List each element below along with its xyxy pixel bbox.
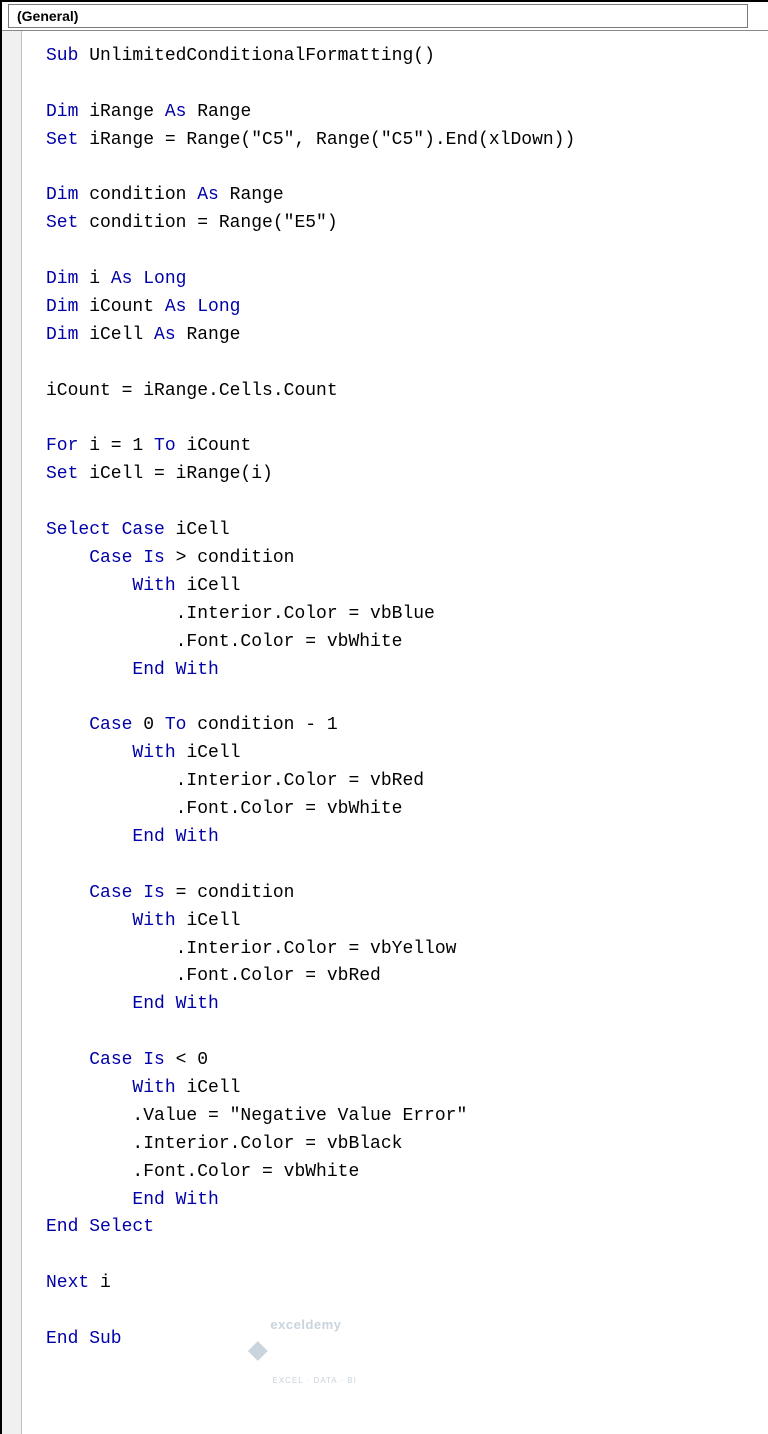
keyword-token: Dim [46, 269, 78, 289]
code-token [46, 827, 132, 847]
code-token: .Interior.Color = vbYellow [46, 939, 456, 959]
code-token: iCell [176, 576, 241, 596]
keyword-token: As [165, 297, 187, 317]
keyword-token: Long [143, 269, 186, 289]
keyword-token: End Sub [46, 1329, 122, 1349]
keyword-token: Dim [46, 325, 78, 345]
keyword-token: End With [132, 827, 218, 847]
code-token: iCount [78, 297, 164, 317]
keyword-token: To [165, 715, 187, 735]
keyword-token: For [46, 436, 78, 456]
margin-indicator-bar[interactable] [2, 31, 22, 1434]
keyword-token: With [132, 576, 175, 596]
code-token: Range [186, 102, 251, 122]
code-token: Range [219, 185, 284, 205]
code-token: iCell [176, 743, 241, 763]
code-token: iCell [176, 1078, 241, 1098]
code-token: condition = Range("E5") [78, 213, 337, 233]
keyword-token: As [197, 185, 219, 205]
code-token: .Interior.Color = vbBlue [46, 604, 435, 624]
code-token: .Interior.Color = vbBlack [46, 1134, 402, 1154]
code-token [46, 576, 132, 596]
keyword-token: With [132, 911, 175, 931]
code-token: < 0 [165, 1050, 208, 1070]
code-token: .Value = "Negative Value Error" [46, 1106, 467, 1126]
object-dropdown-bar: (General) [2, 2, 768, 31]
code-token [46, 1078, 132, 1098]
code-token: Range [176, 325, 241, 345]
code-token [46, 994, 132, 1014]
code-token [46, 548, 89, 568]
keyword-token: Next [46, 1273, 89, 1293]
keyword-token: To [154, 436, 176, 456]
code-token: iCell [78, 325, 154, 345]
editor-area: Sub UnlimitedConditionalFormatting() Dim… [2, 31, 768, 1434]
code-token: 0 [132, 715, 164, 735]
keyword-token: Select Case [46, 520, 165, 540]
keyword-token: End With [132, 1190, 218, 1210]
code-token: iCount [176, 436, 252, 456]
code-token: .Font.Color = vbRed [46, 966, 381, 986]
keyword-token: End Select [46, 1217, 154, 1237]
keyword-token: Dim [46, 185, 78, 205]
code-token: condition - 1 [186, 715, 337, 735]
keyword-token: Case Is [89, 1050, 165, 1070]
keyword-token: Set [46, 213, 78, 233]
code-token [46, 883, 89, 903]
watermark-main: exceldemy [270, 1315, 356, 1335]
code-token [46, 911, 132, 931]
keyword-token: Long [197, 297, 240, 317]
keyword-token: Dim [46, 297, 78, 317]
code-token: UnlimitedConditionalFormatting() [78, 46, 434, 66]
code-token: iCount = iRange.Cells.Count [46, 381, 338, 401]
logo-icon [248, 1341, 268, 1361]
code-token: i = 1 [78, 436, 154, 456]
code-token [46, 743, 132, 763]
code-pane[interactable]: Sub UnlimitedConditionalFormatting() Dim… [22, 31, 585, 1434]
code-token: .Font.Color = vbWhite [46, 799, 402, 819]
code-token: i [78, 269, 110, 289]
code-token [46, 1190, 132, 1210]
code-token: .Font.Color = vbWhite [46, 1162, 359, 1182]
code-token: iRange = Range("C5", Range("C5").End(xlD… [78, 130, 575, 150]
keyword-token: Case Is [89, 883, 165, 903]
code-token: iCell = iRange(i) [78, 464, 272, 484]
keyword-token: End With [132, 994, 218, 1014]
keyword-token: Set [46, 464, 78, 484]
keyword-token: Sub [46, 46, 78, 66]
code-token: > condition [165, 548, 295, 568]
code-token: .Font.Color = vbWhite [46, 632, 402, 652]
keyword-token: Case Is [89, 548, 165, 568]
keyword-token: Set [46, 130, 78, 150]
keyword-token: As [154, 325, 176, 345]
code-token: i [89, 1273, 111, 1293]
code-token [46, 660, 132, 680]
watermark-sub: EXCEL · DATA · BI [272, 1375, 356, 1387]
vba-editor-frame: (General) Sub UnlimitedConditionalFormat… [0, 0, 768, 1434]
keyword-token: With [132, 743, 175, 763]
keyword-token: End With [132, 660, 218, 680]
code-token [46, 1050, 89, 1070]
keyword-token: Dim [46, 102, 78, 122]
keyword-token: As [165, 102, 187, 122]
code-token: condition [78, 185, 197, 205]
code-token [46, 715, 89, 735]
code-token [132, 269, 143, 289]
code-token [186, 297, 197, 317]
code-token: iRange [78, 102, 164, 122]
watermark: exceldemy EXCEL · DATA · BI [250, 1274, 356, 1427]
code-token: iCell [165, 520, 230, 540]
object-dropdown[interactable]: (General) [8, 4, 748, 28]
keyword-token: With [132, 1078, 175, 1098]
code-token: iCell [176, 911, 241, 931]
code-token: = condition [165, 883, 295, 903]
code-token: .Interior.Color = vbRed [46, 771, 424, 791]
keyword-token: Case [89, 715, 132, 735]
keyword-token: As [111, 269, 133, 289]
